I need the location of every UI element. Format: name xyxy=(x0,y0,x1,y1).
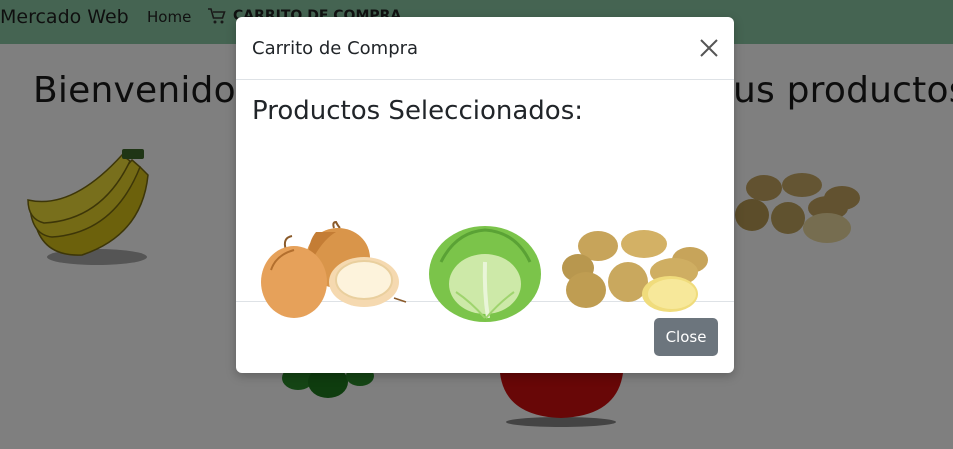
cart-modal: Carrito de Compra Productos Seleccionado… xyxy=(236,17,734,373)
modal-body: Productos Seleccionados: xyxy=(236,80,734,322)
modal-title: Carrito de Compra xyxy=(252,38,419,59)
modal-header: Carrito de Compra xyxy=(236,17,734,80)
close-icon[interactable] xyxy=(698,37,720,59)
selected-products-heading: Productos Seleccionados: xyxy=(252,96,584,126)
close-button[interactable]: Close xyxy=(654,318,718,356)
modal-footer: Close xyxy=(236,302,734,372)
